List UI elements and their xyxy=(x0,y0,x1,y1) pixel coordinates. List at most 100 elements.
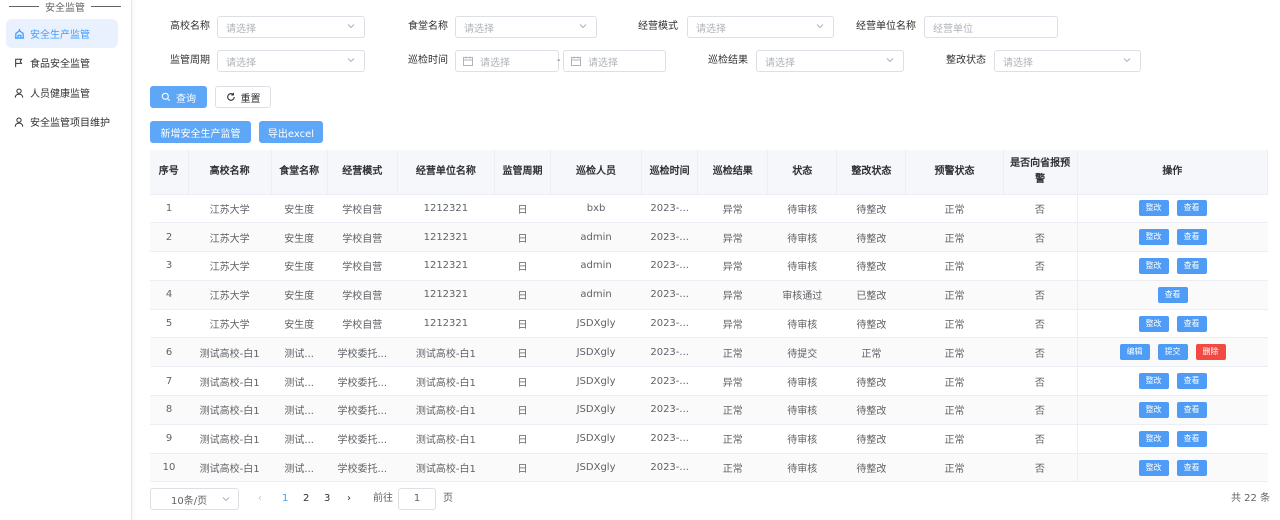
time-cell: 2023-... xyxy=(641,309,698,339)
row-actions: 整改 查看 xyxy=(1076,395,1268,425)
view-button[interactable]: 查看 xyxy=(1176,430,1207,447)
school-cell: 江苏大学 xyxy=(188,309,272,339)
sidebar-item-label: 安全监管项目维护 xyxy=(30,118,110,129)
row-index: 9 xyxy=(150,424,189,454)
canteen-select[interactable]: 请选择 xyxy=(455,16,597,38)
report-cell: 否 xyxy=(1003,251,1078,281)
user-icon xyxy=(12,88,26,98)
rectify-button[interactable]: 整改 xyxy=(1138,315,1169,332)
page-number[interactable]: 3 xyxy=(324,488,330,510)
mode-cell: 学校自营 xyxy=(327,251,398,281)
unit-input[interactable]: 经营单位 xyxy=(924,16,1058,38)
canteen-cell: 安生度 xyxy=(271,222,328,253)
mode-label: 经营模式 xyxy=(638,21,678,32)
school-cell: 测试高校-白1 xyxy=(188,337,272,368)
view-button[interactable]: 查看 xyxy=(1176,200,1207,217)
page-number[interactable]: 1 xyxy=(282,488,288,510)
row-actions: 查看 xyxy=(1076,280,1268,310)
rectify-button[interactable]: 整改 xyxy=(1138,373,1169,390)
inspector-cell: JSDXgly xyxy=(550,366,642,397)
mode-cell: 学校委托... xyxy=(327,424,398,454)
column-header: 巡检结果 xyxy=(697,150,769,195)
warn-cell: 正常 xyxy=(905,222,1004,253)
period-cell: 日 xyxy=(494,194,551,224)
rectify-cell: 待整改 xyxy=(836,424,906,454)
rectify-cell: 待整改 xyxy=(836,309,906,339)
page-number[interactable]: 2 xyxy=(303,488,309,510)
rectify-button[interactable]: 整改 xyxy=(1138,229,1169,246)
mode-placeholder: 请选择 xyxy=(696,23,726,35)
table-row: 2 江苏大学 安生度 学校自营 1212321 日 admin 2023-... 异常 待审核 待整… xyxy=(150,222,1268,253)
column-header: 整改状态 xyxy=(836,150,907,195)
table-row: 6 测试高校-白1 测试... 学校委托... 测试高校-白1 日 JSDXgly 2023-… xyxy=(150,337,1268,368)
result-select[interactable]: 请选择 xyxy=(756,50,904,72)
sidebar-item-health[interactable]: 人员健康监管 xyxy=(6,78,118,107)
rectify-button[interactable]: 整改 xyxy=(1138,430,1169,447)
goto-page-input[interactable]: 1 xyxy=(398,488,436,510)
rectify-button[interactable]: 整改 xyxy=(1138,200,1169,217)
status-cell: 待审核 xyxy=(767,395,837,425)
warn-cell: 正常 xyxy=(905,309,1004,339)
school-select[interactable]: 请选择 xyxy=(217,16,365,38)
table-row: 1 江苏大学 安生度 学校自营 1212321 日 bxb 2023-... 异常 待审核 待整改正… xyxy=(150,194,1268,224)
page-size-select[interactable]: 10条/页 xyxy=(150,488,239,510)
sidebar-item-food-safety[interactable]: 食品安全监管 xyxy=(6,48,118,77)
rectify-select[interactable]: 请选择 xyxy=(994,50,1141,72)
time-start-input[interactable]: 请选择 xyxy=(455,50,559,72)
calendar-icon xyxy=(463,56,473,66)
result-cell: 异常 xyxy=(697,194,768,224)
sidebar-item-project-maintenance[interactable]: 安全监管项目维护 xyxy=(6,107,118,136)
row-actions: 整改 查看 xyxy=(1076,424,1268,454)
prev-page-icon[interactable]: ‹ xyxy=(258,488,262,510)
period-select[interactable]: 请选择 xyxy=(217,50,365,72)
status-cell: 待提交 xyxy=(767,337,837,368)
time-cell: 2023-... xyxy=(641,222,698,253)
export-button[interactable]: 导出excel xyxy=(259,121,323,143)
school-cell: 江苏大学 xyxy=(188,194,272,224)
page-size-value: 10条/页 xyxy=(171,495,208,507)
rectify-button[interactable]: 整改 xyxy=(1138,257,1169,274)
rectify-cell: 待整改 xyxy=(836,366,906,397)
view-button[interactable]: 查看 xyxy=(1176,459,1207,476)
time-end-input[interactable]: 请选择 xyxy=(563,50,666,72)
column-header: 监管周期 xyxy=(494,150,552,195)
time-cell: 2023-... xyxy=(641,194,698,224)
view-button[interactable]: 查看 xyxy=(1157,286,1188,303)
delete-button[interactable]: 删除 xyxy=(1195,344,1226,361)
inspector-cell: bxb xyxy=(550,194,642,224)
period-placeholder: 请选择 xyxy=(226,57,256,69)
mode-select[interactable]: 请选择 xyxy=(687,16,834,38)
submit-button[interactable]: 提交 xyxy=(1157,344,1188,361)
canteen-label: 食堂名称 xyxy=(408,21,448,32)
view-button[interactable]: 查看 xyxy=(1176,257,1207,274)
calendar-icon xyxy=(571,56,581,66)
rectify-button[interactable]: 整改 xyxy=(1138,401,1169,418)
view-button[interactable]: 查看 xyxy=(1176,229,1207,246)
view-button[interactable]: 查看 xyxy=(1176,315,1207,332)
school-placeholder: 请选择 xyxy=(226,23,256,35)
canteen-cell: 安生度 xyxy=(271,280,328,310)
time-cell: 2023-... xyxy=(641,251,698,281)
edit-button[interactable]: 编辑 xyxy=(1119,344,1150,361)
view-button[interactable]: 查看 xyxy=(1176,401,1207,418)
result-cell: 正常 xyxy=(697,395,768,425)
column-header: 序号 xyxy=(150,150,189,195)
view-button[interactable]: 查看 xyxy=(1176,373,1207,390)
reset-button[interactable]: 重置 xyxy=(215,86,271,108)
row-index: 1 xyxy=(150,194,189,224)
next-page-icon[interactable]: › xyxy=(347,488,351,510)
add-button[interactable]: 新增安全生产监管 xyxy=(150,121,251,143)
sidebar-item-safety-production[interactable]: 安全生产监管 xyxy=(6,19,118,48)
status-cell: 审核通过 xyxy=(767,280,837,310)
mode-cell: 学校委托... xyxy=(327,453,398,483)
column-header: 高校名称 xyxy=(188,150,272,195)
canteen-cell: 安生度 xyxy=(271,251,328,281)
period-cell: 日 xyxy=(494,424,551,454)
rectify-button[interactable]: 整改 xyxy=(1138,459,1169,476)
canteen-placeholder: 请选择 xyxy=(464,23,494,35)
unit-cell: 测试高校-白1 xyxy=(397,366,495,397)
data-table: 序号 高校名称 食堂名称 经营模式 经营单位名称 监管周期 巡检人员 巡检时间 … xyxy=(150,150,1269,483)
inspector-cell: JSDXgly xyxy=(550,453,642,483)
query-button[interactable]: 查询 xyxy=(150,86,207,108)
query-label: 查询 xyxy=(176,93,196,105)
